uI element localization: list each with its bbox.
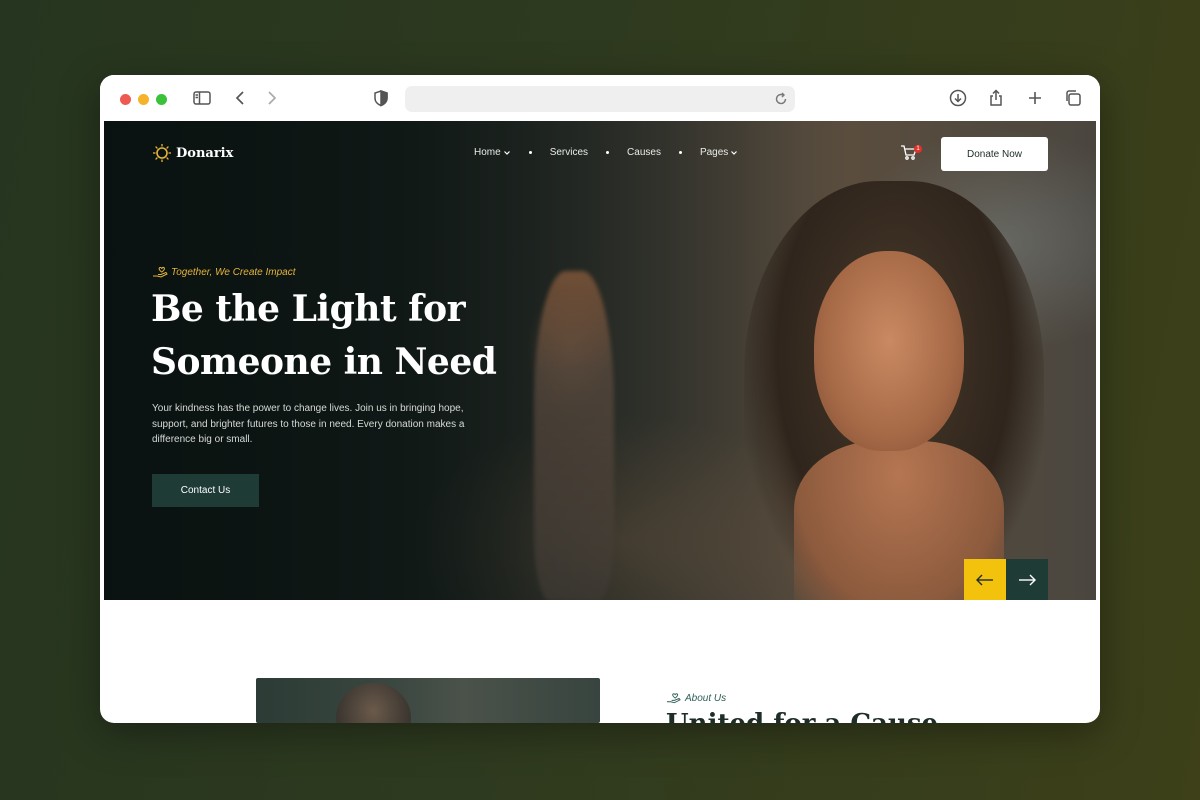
about-tag: About Us xyxy=(666,692,726,704)
nav-separator xyxy=(678,151,682,154)
browser-toolbar xyxy=(100,75,1100,121)
reload-icon[interactable] xyxy=(773,91,789,107)
arrow-right-icon xyxy=(1019,574,1036,585)
main-nav: Home Services Causes Pages xyxy=(474,147,738,158)
nav-home[interactable]: Home xyxy=(474,147,511,158)
cart-count-badge: 1 xyxy=(914,145,922,153)
chevron-down-icon xyxy=(503,150,510,155)
hand-heart-icon xyxy=(153,266,168,278)
address-bar[interactable] xyxy=(405,86,795,112)
download-icon[interactable] xyxy=(948,88,968,108)
about-tag-text: About Us xyxy=(685,692,727,704)
sidebar-icon[interactable] xyxy=(192,88,212,108)
nav-separator xyxy=(528,151,532,154)
about-image-subject xyxy=(336,683,411,723)
nav-separator xyxy=(606,151,610,154)
forward-icon[interactable] xyxy=(261,88,281,108)
slider-prev-button[interactable] xyxy=(964,559,1006,600)
hero-description: Your kindness has the power to change li… xyxy=(152,403,465,445)
contact-us-button[interactable]: Contact Us xyxy=(152,474,259,507)
shield-icon[interactable] xyxy=(371,88,391,108)
hero-photo-face xyxy=(814,251,964,451)
hero-section: Donarix Home Services Causes Pages 1 Don… xyxy=(104,121,1096,600)
nav-services[interactable]: Services xyxy=(550,147,588,158)
site-logo[interactable]: Donarix xyxy=(152,143,233,163)
new-tab-icon[interactable] xyxy=(1025,88,1045,108)
nav-pages[interactable]: Pages xyxy=(700,147,738,158)
nav-home-label: Home xyxy=(474,147,501,158)
about-image xyxy=(256,678,600,723)
nav-causes-label: Causes xyxy=(627,147,661,158)
minimize-window-button[interactable] xyxy=(138,94,149,105)
about-heading: United for a Cause xyxy=(666,709,938,723)
hero-tagline: Together, We Create Impact xyxy=(152,266,296,278)
tabs-overview-icon[interactable] xyxy=(1063,88,1083,108)
share-icon[interactable] xyxy=(986,88,1006,108)
hero-tagline-text: Together, We Create Impact xyxy=(171,266,296,278)
zoom-window-button[interactable] xyxy=(156,94,167,105)
hero-background-child xyxy=(534,271,614,600)
hand-heart-icon xyxy=(666,693,681,704)
sun-logo-icon xyxy=(153,144,171,162)
donate-now-button[interactable]: Donate Now xyxy=(941,137,1048,171)
close-window-button[interactable] xyxy=(120,94,131,105)
slider-next-button[interactable] xyxy=(1006,559,1048,600)
nav-pages-label: Pages xyxy=(699,147,729,158)
arrow-left-icon xyxy=(976,574,993,585)
browser-window: Donarix Home Services Causes Pages 1 Don… xyxy=(100,75,1100,723)
brand-name: Donarix xyxy=(176,145,234,161)
hero-title: Be the Light for Someone in Need xyxy=(151,288,497,383)
chevron-down-icon xyxy=(731,150,738,155)
back-icon[interactable] xyxy=(231,88,251,108)
nav-services-label: Services xyxy=(549,147,589,158)
nav-causes[interactable]: Causes xyxy=(627,147,661,158)
